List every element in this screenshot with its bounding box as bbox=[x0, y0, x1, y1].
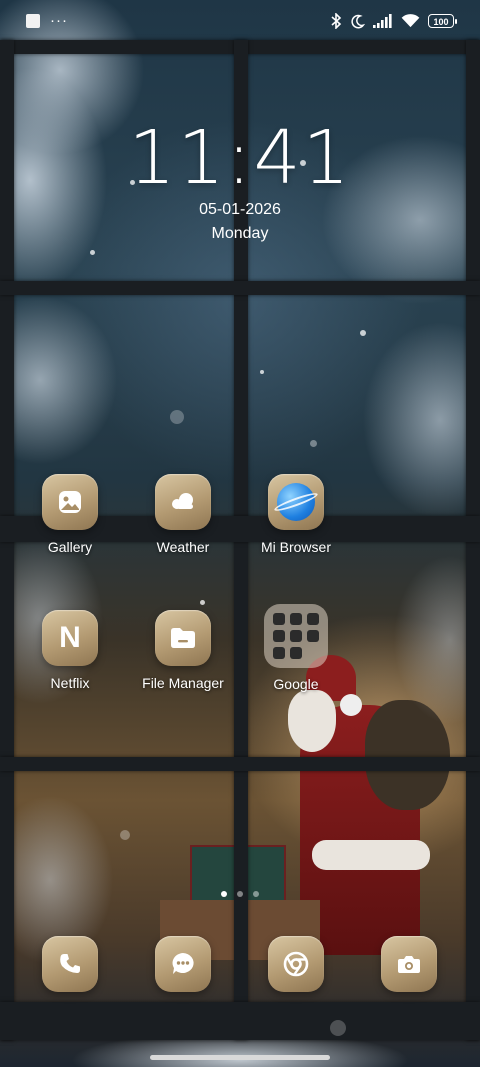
clock-weekday: Monday bbox=[211, 225, 269, 242]
window-frame-bottom bbox=[0, 1002, 480, 1040]
more-notifications-icon: ··· bbox=[50, 12, 68, 29]
battery-icon: 100 bbox=[428, 14, 457, 28]
snowflake bbox=[120, 830, 130, 840]
page-dot bbox=[237, 891, 243, 897]
folder-icon bbox=[155, 610, 211, 666]
snowflake bbox=[360, 330, 366, 336]
page-dot-active bbox=[221, 891, 227, 897]
app-gallery[interactable]: Gallery bbox=[14, 474, 126, 555]
cloud-icon bbox=[155, 474, 211, 530]
wifi-icon bbox=[401, 14, 420, 28]
snowflake bbox=[90, 250, 95, 255]
home-gesture-bar[interactable] bbox=[150, 1055, 330, 1060]
app-folder-google[interactable]: Google bbox=[240, 604, 352, 692]
clock-time[interactable]: 11:41 bbox=[0, 118, 480, 198]
page-dot bbox=[253, 891, 259, 897]
phone-icon bbox=[42, 936, 98, 992]
app-label: Weather bbox=[156, 539, 210, 555]
gallery-icon bbox=[42, 474, 98, 530]
window-mullion-1 bbox=[0, 281, 480, 295]
notification-square-icon bbox=[26, 14, 40, 28]
snowflake bbox=[330, 1020, 346, 1036]
app-label: Netflix bbox=[50, 675, 90, 691]
browser-planet-icon bbox=[268, 474, 324, 530]
dock-messages[interactable] bbox=[127, 936, 239, 992]
clock-date: 05-01-2026 bbox=[199, 201, 281, 218]
app-mi-browser[interactable]: Mi Browser bbox=[240, 474, 352, 555]
app-folder-icon bbox=[264, 604, 328, 668]
snowflake bbox=[200, 600, 205, 605]
bluetooth-icon bbox=[331, 13, 342, 29]
moon-icon bbox=[351, 14, 365, 28]
signal-icon bbox=[373, 14, 392, 28]
snowflake bbox=[310, 440, 317, 447]
app-label: Google bbox=[273, 676, 319, 692]
camera-icon bbox=[381, 936, 437, 992]
chrome-icon bbox=[268, 936, 324, 992]
netflix-n-icon: N bbox=[42, 610, 98, 666]
app-file-manager[interactable]: File Manager bbox=[127, 610, 239, 691]
page-indicator[interactable] bbox=[0, 891, 480, 897]
messages-icon bbox=[155, 936, 211, 992]
snowflake bbox=[260, 370, 264, 374]
app-weather[interactable]: Weather bbox=[127, 474, 239, 555]
app-label: Mi Browser bbox=[260, 539, 331, 555]
app-label: Gallery bbox=[47, 539, 93, 555]
dock-camera[interactable] bbox=[353, 936, 465, 992]
snowflake bbox=[170, 410, 184, 424]
window-mullion-2 bbox=[0, 757, 480, 771]
status-bar: ··· 100 bbox=[0, 0, 480, 44]
dock-chrome[interactable] bbox=[240, 936, 352, 992]
app-netflix[interactable]: N Netflix bbox=[14, 610, 126, 691]
app-label: File Manager bbox=[142, 675, 224, 691]
dock-phone[interactable] bbox=[14, 936, 126, 992]
